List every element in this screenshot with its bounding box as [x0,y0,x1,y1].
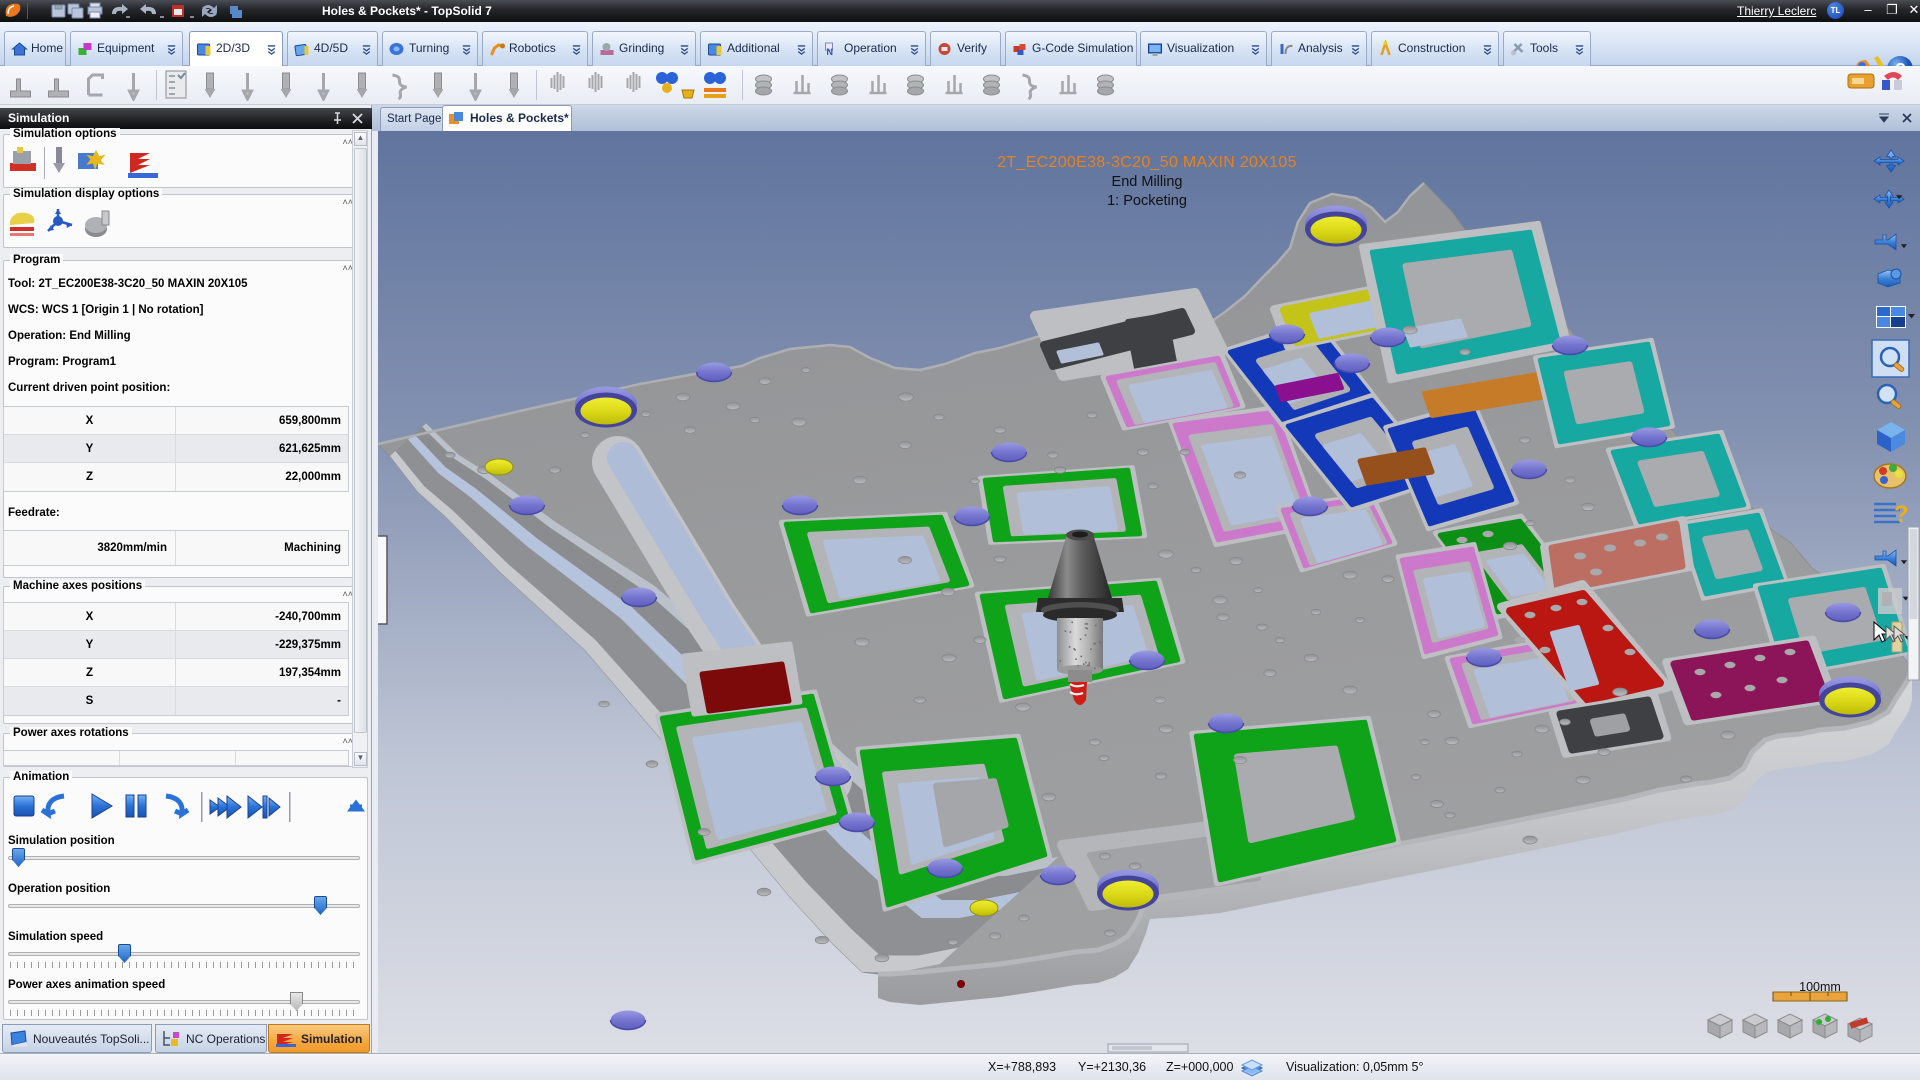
svg-text:1: Pocketing: 1: Pocketing [1107,193,1187,209]
svg-text:2T_EC200E38-3C20_50 MAXIN 20X1: 2T_EC200E38-3C20_50 MAXIN 20X105 [997,154,1297,171]
svg-text:?: ? [1894,501,1909,528]
svg-text:End Milling: End Milling [1112,174,1183,190]
svg-text:N: N [827,47,834,57]
